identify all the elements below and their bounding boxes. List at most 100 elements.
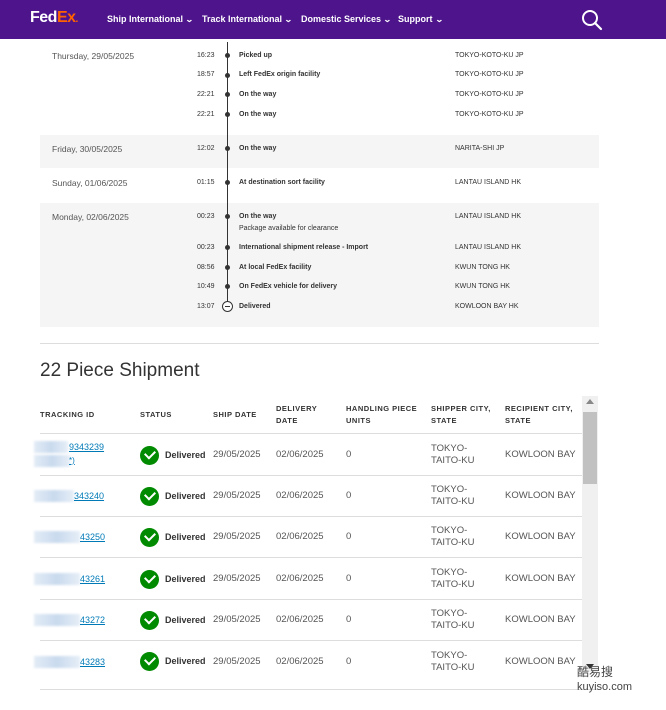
nav-label: Ship International xyxy=(107,14,184,24)
nav-support[interactable]: Support ⌄ xyxy=(398,14,443,24)
timeline-dot xyxy=(225,112,230,117)
logo-dot: . xyxy=(75,14,79,25)
tracking-id-link[interactable]: 43283 xyxy=(80,657,105,667)
redacted-tracking-prefix xyxy=(34,573,80,585)
watermark: 酷易搜 kuyiso.com xyxy=(577,665,632,695)
fedex-logo[interactable]: FedEx. xyxy=(30,9,78,27)
status-text: Delivered xyxy=(165,574,206,584)
col-header-line: STATE xyxy=(431,416,457,425)
tracking-id-link[interactable]: 343240 xyxy=(74,491,104,501)
event-sub-description: Package available for clearance xyxy=(239,225,339,232)
shipper-city-line: TOKYO- xyxy=(431,525,468,536)
ship-date: 29/05/2025 xyxy=(213,449,261,460)
tracking-id-link-suffix[interactable]: *) xyxy=(69,456,75,465)
timeline-dot xyxy=(225,214,230,219)
event-time: 12:02 xyxy=(197,145,215,152)
shipper-city-line: TAITO-KU xyxy=(431,455,475,466)
timeline-dot xyxy=(225,146,230,151)
table-divider xyxy=(40,475,582,476)
tracking-id-link[interactable]: 43250 xyxy=(80,532,105,542)
history-day-band xyxy=(40,135,599,168)
watermark-line: kuyiso.com xyxy=(577,681,633,693)
table-divider xyxy=(40,599,582,600)
event-time: 10:49 xyxy=(197,283,215,290)
event-description: Delivered xyxy=(239,303,271,310)
event-time: 00:23 xyxy=(197,213,215,220)
col-header-ship-date: SHIP DATE xyxy=(213,410,257,419)
event-time: 13:07 xyxy=(197,303,215,310)
recipient-city: KOWLOON BAY xyxy=(505,449,576,460)
col-header-tracking: TRACKING ID xyxy=(40,410,95,419)
shipper-city-line: TAITO-KU xyxy=(431,579,475,590)
event-time: 18:57 xyxy=(197,71,215,78)
shipper-city: TOKYO- TAITO-KU xyxy=(431,525,474,549)
event-time: 16:23 xyxy=(197,52,215,59)
delivery-date: 02/06/2025 xyxy=(276,531,324,542)
table-scrollbar[interactable] xyxy=(582,396,598,672)
delivery-date: 02/06/2025 xyxy=(276,449,324,460)
col-header-shipper-city: SHIPPER CITY, STATE xyxy=(431,403,491,427)
delivery-date: 02/06/2025 xyxy=(276,614,324,625)
status-text: Delivered xyxy=(165,491,206,501)
watermark-line: 酷易搜 xyxy=(577,665,614,679)
search-icon[interactable] xyxy=(581,9,603,31)
handling-units: 0 xyxy=(346,573,352,584)
nav-ship-international[interactable]: Ship International ⌄ xyxy=(107,14,194,24)
event-location: TOKYO-KOTO-KU JP xyxy=(455,91,524,98)
tracking-id-link[interactable]: 43261 xyxy=(80,574,105,584)
ship-date: 29/05/2025 xyxy=(213,573,261,584)
redacted-tracking-prefix xyxy=(34,455,70,467)
redacted-tracking-prefix xyxy=(34,441,68,453)
ship-date: 29/05/2025 xyxy=(213,614,261,625)
chevron-down-icon: ⌄ xyxy=(383,15,392,24)
recipient-city: KOWLOON BAY xyxy=(505,490,576,501)
status-text: Delivered xyxy=(165,656,206,666)
event-location: NARITA-SHI JP xyxy=(455,145,505,152)
status-text: Delivered xyxy=(165,450,206,460)
event-description: Picked up xyxy=(239,52,273,59)
event-time: 22:21 xyxy=(197,111,215,118)
event-description: At local FedEx facility xyxy=(239,264,312,271)
nav-label: Domestic Services xyxy=(301,14,382,24)
scroll-up-arrow-icon[interactable] xyxy=(586,399,594,404)
col-header-line: SHIPPER CITY, xyxy=(431,404,491,413)
table-divider xyxy=(40,557,582,558)
delivered-check-icon xyxy=(140,652,159,671)
history-date: Friday, 30/05/2025 xyxy=(52,144,123,154)
chevron-down-icon: ⌄ xyxy=(185,15,194,24)
redacted-tracking-prefix xyxy=(34,490,74,502)
col-header-handling-units: HANDLING PIECE UNITS xyxy=(346,403,417,427)
scroll-thumb[interactable] xyxy=(583,412,597,484)
event-location: KOWLOON BAY HK xyxy=(455,303,519,310)
top-navigation-bar: FedEx. Ship International ⌄ Track Interna… xyxy=(0,0,666,39)
shipper-city: TOKYO- TAITO-KU xyxy=(431,567,474,591)
status-text: Delivered xyxy=(165,615,206,625)
col-header-line: RECIPIENT CITY, xyxy=(505,404,573,413)
col-header-line: DATE xyxy=(276,416,298,425)
ship-date: 29/05/2025 xyxy=(213,656,261,667)
event-location: TOKYO-KOTO-KU JP xyxy=(455,111,524,118)
nav-track-international[interactable]: Track International ⌄ xyxy=(202,14,293,24)
tracking-id-link[interactable]: 43272 xyxy=(80,615,105,625)
shipper-city-line: TAITO-KU xyxy=(431,662,475,673)
delivery-date: 02/06/2025 xyxy=(276,573,324,584)
redacted-tracking-prefix xyxy=(34,656,80,668)
event-location: TOKYO-KOTO-KU JP xyxy=(455,71,524,78)
recipient-city: KOWLOON BAY xyxy=(505,573,576,584)
nav-domestic-services[interactable]: Domestic Services ⌄ xyxy=(301,14,392,24)
history-date: Thursday, 29/05/2025 xyxy=(52,51,135,61)
delivery-date: 02/06/2025 xyxy=(276,490,324,501)
event-location: LANTAU ISLAND HK xyxy=(455,213,521,220)
shipper-city-line: TAITO-KU xyxy=(431,620,475,631)
handling-units: 0 xyxy=(346,490,352,501)
tracking-id-link[interactable]: 9343239 xyxy=(69,442,104,452)
shipper-city: TOKYO- TAITO-KU xyxy=(431,650,474,674)
shipper-city-line: TOKYO- xyxy=(431,443,468,454)
event-time: 22:21 xyxy=(197,91,215,98)
redacted-tracking-prefix xyxy=(34,614,80,626)
event-description: International shipment release - Import xyxy=(239,244,369,251)
delivered-check-icon xyxy=(140,611,159,630)
table-divider xyxy=(40,640,582,641)
nav-label: Support xyxy=(398,14,433,24)
timeline-line xyxy=(227,42,228,302)
